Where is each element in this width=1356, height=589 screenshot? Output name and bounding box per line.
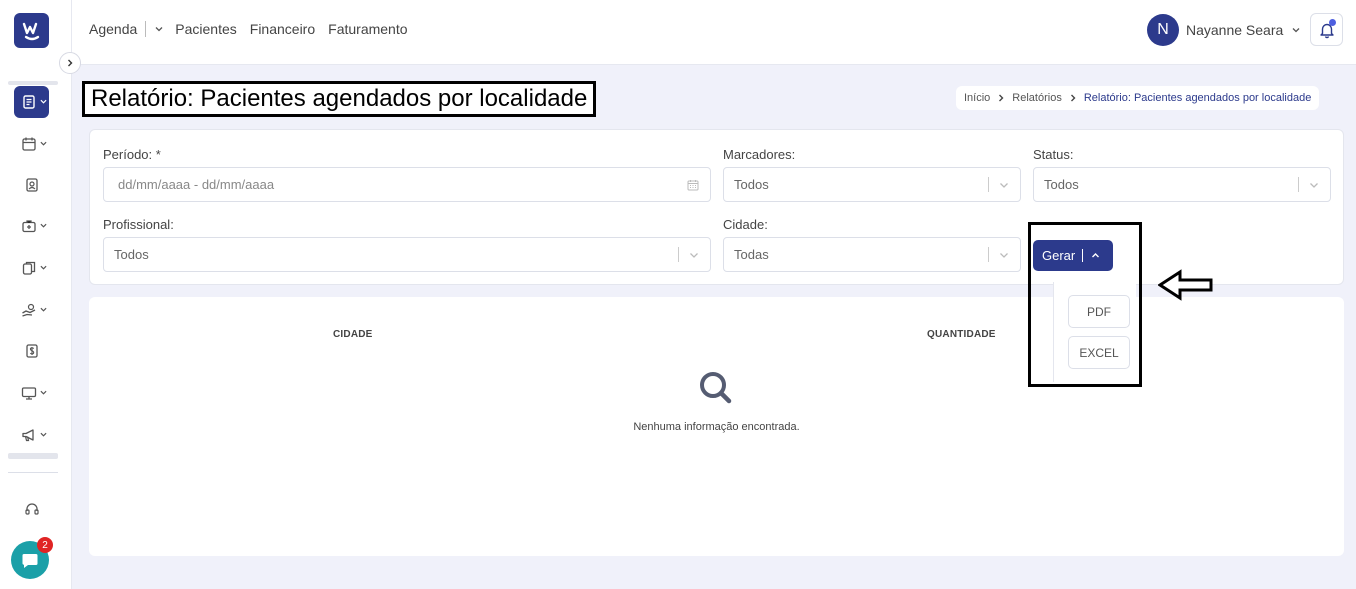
chevron-down-icon: [40, 390, 47, 395]
nav-group-divider: [8, 453, 58, 459]
chevron-down-icon: [40, 223, 47, 228]
column-header-cidade[interactable]: CIDADE: [333, 329, 373, 340]
nav-separator: [145, 21, 147, 37]
profissional-value: Todos: [114, 247, 149, 262]
user-menu[interactable]: N Nayanne Seara: [1147, 14, 1301, 46]
patient-card-icon: [25, 178, 38, 192]
calendar-icon: [687, 180, 699, 191]
chevron-down-icon: [1292, 28, 1300, 33]
page-title: Relatório: Pacientes agendados por local…: [82, 81, 597, 117]
chevron-down-icon: [1000, 182, 1008, 188]
megaphone-icon: [21, 429, 34, 442]
nav-pacientes[interactable]: Pacientes: [175, 21, 236, 37]
chat-badge: 2: [37, 537, 53, 553]
cidade-label: Cidade:: [723, 217, 768, 232]
sidebar-item-billing[interactable]: [14, 335, 49, 367]
empty-message: Nenhuma informação encontrada.: [633, 421, 800, 433]
search-icon: [700, 372, 732, 404]
breadcrumb-current: Relatório: Pacientes agendados por local…: [1083, 92, 1312, 104]
chevron-down-icon: [40, 265, 47, 270]
topbar: Agenda Pacientes Financeiro Faturamento …: [72, 0, 1356, 65]
chevron-down-icon: [40, 99, 47, 104]
chevron-up-icon: [1092, 253, 1100, 258]
filters-card: Período: * dd/mm/aaaa - dd/mm/aaaa Marca…: [89, 129, 1344, 285]
marcadores-label: Marcadores:: [723, 147, 796, 162]
hand-coin-icon: [21, 303, 35, 317]
button-separator: [1082, 249, 1084, 262]
gerar-button[interactable]: Gerar: [1033, 240, 1113, 271]
column-header-quantidade[interactable]: QUANTIDADE: [927, 329, 996, 340]
sidebar-item-support[interactable]: [14, 493, 49, 525]
sidebar-item-medical[interactable]: [14, 210, 49, 242]
chevron-down-icon: [40, 432, 47, 437]
breadcrumb-reports[interactable]: Relatórios: [1012, 92, 1062, 104]
chat-icon: [22, 554, 38, 568]
logo-icon[interactable]: [14, 13, 49, 48]
notifications-button[interactable]: [1310, 13, 1343, 46]
calendar-icon: [21, 137, 36, 151]
chevron-right-icon: [68, 59, 73, 67]
chevron-down-icon: [40, 307, 47, 312]
medical-case-icon: [21, 220, 36, 233]
chevron-down-icon: [690, 252, 698, 258]
gerar-dropdown: PDF EXCEL: [1053, 282, 1136, 382]
user-name: Nayanne Seara: [1186, 22, 1284, 38]
sidebar-item-finance[interactable]: [14, 294, 49, 326]
notification-dot: [1329, 19, 1336, 26]
chevron-down-icon: [1310, 182, 1318, 188]
back-arrow-icon: [1158, 269, 1213, 301]
dollar-doc-icon: [25, 344, 38, 358]
nav-faturamento[interactable]: Faturamento: [328, 21, 407, 37]
sidebar-item-documents[interactable]: [14, 252, 49, 284]
avatar: N: [1147, 14, 1179, 46]
sidebar-item-patients[interactable]: [14, 169, 49, 201]
sidebar-collapse-button[interactable]: [59, 52, 81, 74]
nav-group-divider: [8, 81, 58, 85]
chevron-down-icon[interactable]: [154, 24, 164, 34]
breadcrumb-home[interactable]: Início: [964, 92, 990, 104]
breadcrumb: Início Relatórios Relatório: Pacientes a…: [956, 86, 1320, 110]
cidade-select[interactable]: Todas: [723, 237, 1021, 272]
periodo-label: Período: *: [103, 147, 161, 162]
chevron-right-icon: [999, 94, 1004, 102]
sidebar-divider: [8, 472, 58, 473]
chevron-down-icon: [40, 141, 47, 146]
sidebar-item-telemedicine[interactable]: [14, 377, 49, 409]
results-table: CIDADE QUANTIDADE Nenhuma informação enc…: [89, 297, 1344, 556]
chevron-down-icon: [1000, 252, 1008, 258]
profissional-select[interactable]: Todos: [103, 237, 711, 272]
status-label: Status:: [1033, 147, 1074, 162]
status-select[interactable]: Todos: [1033, 167, 1331, 202]
monitor-icon: [21, 387, 36, 400]
periodo-placeholder: dd/mm/aaaa - dd/mm/aaaa: [118, 177, 275, 192]
marcadores-value: Todos: [734, 177, 769, 192]
option-pdf[interactable]: PDF: [1068, 295, 1130, 328]
headset-icon: [24, 503, 39, 515]
cidade-value: Todas: [734, 247, 769, 262]
periodo-field[interactable]: dd/mm/aaaa - dd/mm/aaaa: [103, 167, 711, 202]
chevron-right-icon: [1070, 94, 1076, 102]
sidebar: [0, 0, 72, 589]
report-icon: [22, 95, 35, 109]
gerar-label: Gerar: [1042, 248, 1076, 263]
nav-agenda[interactable]: Agenda: [89, 21, 137, 37]
top-navigation: Agenda Pacientes Financeiro Faturamento: [89, 21, 421, 37]
sidebar-item-reports[interactable]: [14, 86, 49, 118]
sidebar-item-marketing[interactable]: [14, 419, 49, 451]
documents-icon: [22, 261, 35, 275]
sidebar-item-schedule[interactable]: [14, 128, 49, 160]
status-value: Todos: [1044, 177, 1079, 192]
nav-financeiro[interactable]: Financeiro: [250, 21, 315, 37]
option-excel[interactable]: EXCEL: [1068, 336, 1130, 369]
marcadores-select[interactable]: Todos: [723, 167, 1021, 202]
profissional-label: Profissional:: [103, 217, 174, 232]
